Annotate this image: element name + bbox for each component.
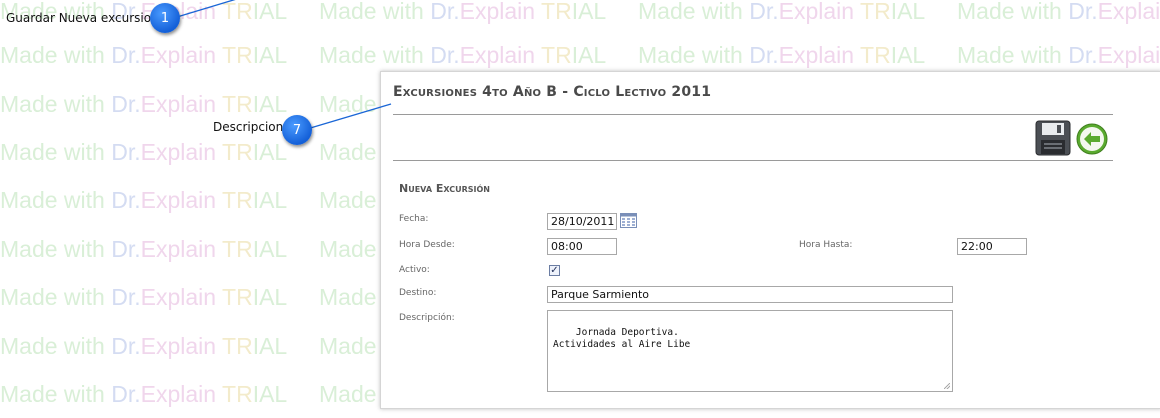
hora-hasta-input[interactable]: 22:00 <box>957 238 1027 255</box>
destino-input[interactable]: Parque Sarmiento <box>547 286 953 303</box>
watermark-text: Made with Dr.Explain TRIAL <box>319 42 607 68</box>
callout-7-line <box>306 103 392 130</box>
arrow-left-circle-icon <box>1076 123 1108 155</box>
callout-7-badge: 7 <box>282 115 312 145</box>
watermark-text: Made with Dr.Explain TRIAL <box>0 284 288 310</box>
watermark-text: Made with Dr.Explain TRIAL <box>0 333 288 359</box>
calendar-icon <box>620 213 637 228</box>
hora-desde-input[interactable]: 08:00 <box>547 238 617 255</box>
hora-hasta-label: Hora Hasta: <box>799 240 853 250</box>
descripcion-text: Jornada Deportiva. Actividades al Aire L… <box>553 327 691 350</box>
title-divider <box>393 114 1113 115</box>
save-button[interactable] <box>1035 120 1071 160</box>
floppy-disk-icon <box>1035 120 1071 156</box>
watermark-text: Made with Dr.Explain TRIAL <box>0 187 288 213</box>
activo-checkbox[interactable]: ✓ <box>549 265 560 276</box>
callout-7-label: Descripcion <box>213 120 284 134</box>
watermark-row: Made with Dr.Explain TRIAL Made with Dr.E… <box>0 42 1160 69</box>
resize-grip-icon[interactable] <box>944 383 950 389</box>
callout-1-badge: 1 <box>150 3 180 33</box>
watermark-text: Made with Dr.Explain TRIAL <box>319 0 607 24</box>
descripcion-label: Descripción: <box>399 313 455 323</box>
descripcion-textarea[interactable]: Jornada Deportiva. Actividades al Aire L… <box>547 310 953 392</box>
fecha-label: Fecha: <box>399 214 429 224</box>
form-panel: Excursiones 4to Año B - Ciclo Lectivo 20… <box>380 71 1160 409</box>
callout-1-label: Guardar Nueva excursion <box>6 11 159 25</box>
calendar-button[interactable] <box>620 213 637 228</box>
back-button[interactable] <box>1076 123 1108 159</box>
watermark-text: Made with Dr.Explain TRIAL <box>0 42 288 68</box>
watermark-text: Made with Dr.Explain TRIAL <box>0 91 288 117</box>
watermark-text: Made with Dr.Explain TRIAL <box>638 42 926 68</box>
watermark-text: Made with Dr.Explain TRIAL <box>0 139 288 165</box>
destino-label: Destino: <box>399 288 437 298</box>
watermark-text: Made with Dr.Explain TRIAL <box>0 381 288 407</box>
page-title: Excursiones 4to Año B - Ciclo Lectivo 20… <box>393 84 712 100</box>
watermark-text: Made with Dr.Explain TRIAL <box>957 0 1160 24</box>
watermark-text: Made with Dr.Explain TRIAL <box>638 0 926 24</box>
toolbar-divider <box>393 160 1113 161</box>
hora-desde-label: Hora Desde: <box>399 240 455 250</box>
activo-label: Activo: <box>399 265 430 275</box>
watermark-text: Made with Dr.Explain TRIAL <box>957 42 1160 68</box>
section-title: Nueva Excursión <box>399 182 490 195</box>
fecha-input[interactable]: 28/10/2011 <box>547 213 617 230</box>
callout-1-line <box>176 0 236 18</box>
watermark-text: Made with Dr.Explain TRIAL <box>0 236 288 262</box>
